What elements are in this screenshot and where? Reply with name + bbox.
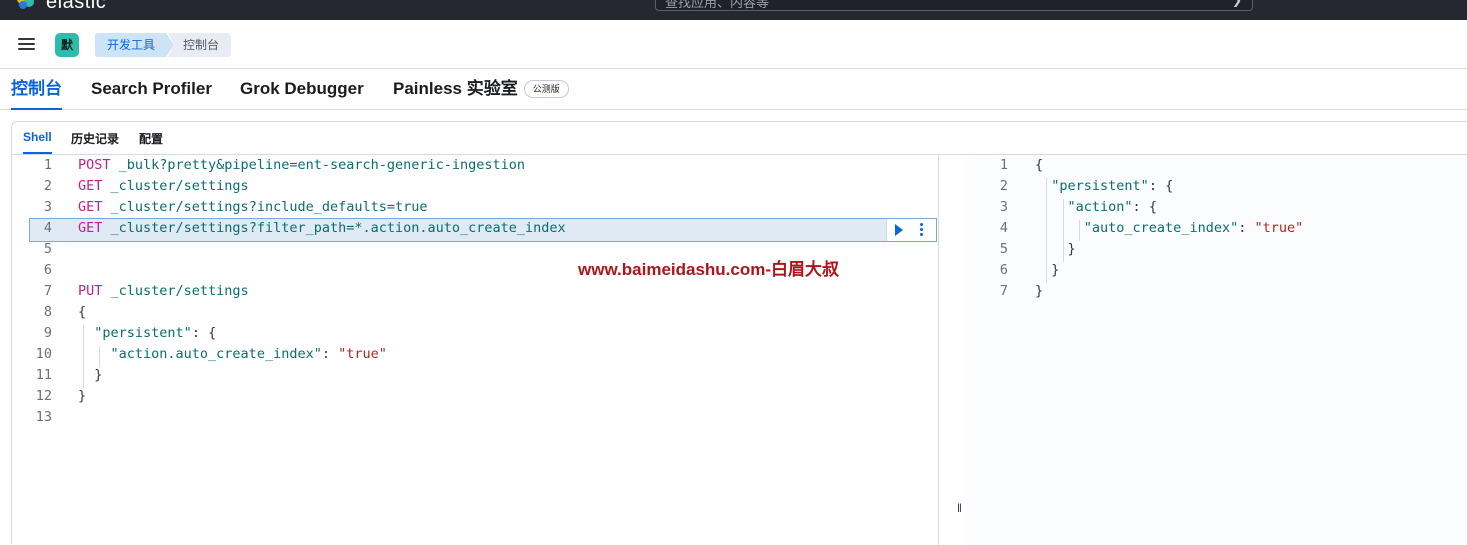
breadcrumb-bar: 默 开发工具 控制台	[0, 20, 1467, 69]
brand-name[interactable]: elastic	[46, 0, 106, 14]
elastic-logo-icon[interactable]	[17, 0, 39, 10]
space-avatar[interactable]: 默	[55, 33, 79, 57]
tab-painless-lab[interactable]: Painless 实验室 公测版	[393, 78, 569, 108]
line-number: 5	[43, 241, 52, 257]
hamburger-menu-icon[interactable]	[17, 37, 37, 53]
output-line: 5 }	[967, 239, 1467, 260]
line-number: 3	[999, 199, 1008, 215]
editor-line[interactable]: 8{	[12, 302, 938, 323]
pane-divider[interactable]: ‖	[938, 155, 967, 545]
editor-line[interactable]: 3 GET _cluster/settings?include_defaults=…	[12, 197, 938, 218]
subtab-config[interactable]: 配置	[139, 130, 163, 152]
line-number: 12	[35, 388, 52, 404]
code-text: GET _cluster/settings?include_defaults=t…	[78, 199, 428, 215]
code-text: }	[1051, 262, 1060, 278]
line-number: 7	[43, 283, 52, 299]
code-text: }	[78, 388, 87, 404]
code-text: {	[78, 304, 87, 320]
tab-console[interactable]: 控制台	[11, 78, 62, 110]
editor-line[interactable]: 7 PUT _cluster/settings	[12, 281, 938, 302]
line-number: 6	[43, 262, 52, 278]
top-header: elastic 查找应用、内容等 ❯	[0, 0, 1467, 20]
line-number: 5	[999, 241, 1008, 257]
code-text: }	[94, 367, 103, 383]
editor-line[interactable]: 10 "action.auto_create_index": "true"	[12, 344, 938, 365]
tab-label: Search Profiler	[91, 79, 212, 98]
output-line: 3 "action": {	[967, 197, 1467, 218]
resize-handle-icon[interactable]: ‖	[957, 501, 962, 515]
line-number: 2	[43, 178, 52, 194]
output-line: 2 "persistent": {	[967, 176, 1467, 197]
line-number: 3	[43, 199, 52, 215]
line-number: 1	[999, 157, 1008, 173]
code-text: "persistent": {	[1051, 178, 1174, 194]
code-text: PUT _cluster/settings	[78, 283, 249, 299]
breadcrumb-console: 控制台	[168, 33, 231, 57]
output-line: 4 "auto_create_index": "true"	[967, 218, 1467, 239]
code-text: "action": {	[1067, 199, 1157, 215]
code-text: }	[1067, 241, 1076, 257]
chevron-icon: ❯	[1231, 0, 1242, 7]
subtab-shell[interactable]: Shell	[23, 130, 52, 154]
line-number: 10	[35, 346, 52, 362]
console-subtabs: Shell 历史记录 配置	[12, 122, 1467, 155]
tab-label: Grok Debugger	[240, 79, 364, 98]
tab-label: 控制台	[11, 79, 62, 98]
breadcrumb-dev-tools[interactable]: 开发工具	[95, 33, 174, 57]
line-number: 6	[999, 262, 1008, 278]
line-number: 7	[999, 283, 1008, 299]
line-number: 1	[43, 157, 52, 173]
code-text: "action.auto_create_index": "true"	[110, 346, 387, 362]
output-line: 1{	[967, 155, 1467, 176]
request-editor[interactable]: 1 POST _bulk?pretty&pipeline=ent-search-g…	[12, 155, 938, 545]
global-search-input[interactable]: 查找应用、内容等 ❯	[655, 0, 1253, 11]
line-number: 13	[35, 409, 52, 425]
subtab-history[interactable]: 历史记录	[71, 130, 119, 152]
editor-line[interactable]: 4 GET _cluster/settings?filter_path=*.act…	[12, 218, 938, 239]
line-number: 2	[999, 178, 1008, 194]
code-text: "persistent": {	[94, 325, 217, 341]
editor-line[interactable]: 11 }	[12, 365, 938, 386]
editor-line[interactable]: 13	[12, 407, 938, 428]
code-text: GET _cluster/settings?filter_path=*.acti…	[78, 220, 566, 236]
code-text: POST _bulk?pretty&pipeline=ent-search-ge…	[78, 157, 526, 173]
tab-label: Painless 实验室	[393, 79, 518, 98]
output-line: 6 }	[967, 260, 1467, 281]
tab-grok-debugger[interactable]: Grok Debugger	[240, 78, 364, 108]
line-number: 11	[35, 367, 52, 383]
dev-tools-tabs: 控制台 Search Profiler Grok Debugger Painle…	[0, 69, 1467, 110]
line-number: 4	[43, 220, 52, 236]
editor-line[interactable]: 1 POST _bulk?pretty&pipeline=ent-search-g…	[12, 155, 938, 176]
code-text: "auto_create_index": "true"	[1083, 220, 1304, 236]
code-text: {	[1035, 157, 1044, 173]
line-number: 8	[43, 304, 52, 320]
response-output: 1{2 "persistent": {3 "action": {4 "auto_…	[967, 155, 1467, 545]
editor-line[interactable]: 9 "persistent": {	[12, 323, 938, 344]
tab-search-profiler[interactable]: Search Profiler	[91, 78, 212, 108]
code-text: GET _cluster/settings	[78, 178, 249, 194]
editor-line[interactable]: 12}	[12, 386, 938, 407]
line-number: 4	[999, 220, 1008, 236]
line-number: 9	[43, 325, 52, 341]
console-panel: Shell 历史记录 配置 1 POST _bulk?pretty&pipelin…	[11, 121, 1467, 545]
output-line: 7}	[967, 281, 1467, 302]
beta-badge: 公测版	[523, 80, 569, 98]
code-text: }	[1035, 283, 1044, 299]
watermark-text: www.baimeidashu.com-白眉大叔	[578, 260, 840, 279]
search-placeholder: 查找应用、内容等	[665, 0, 770, 10]
editor-line[interactable]: 2 GET _cluster/settings	[12, 176, 938, 197]
